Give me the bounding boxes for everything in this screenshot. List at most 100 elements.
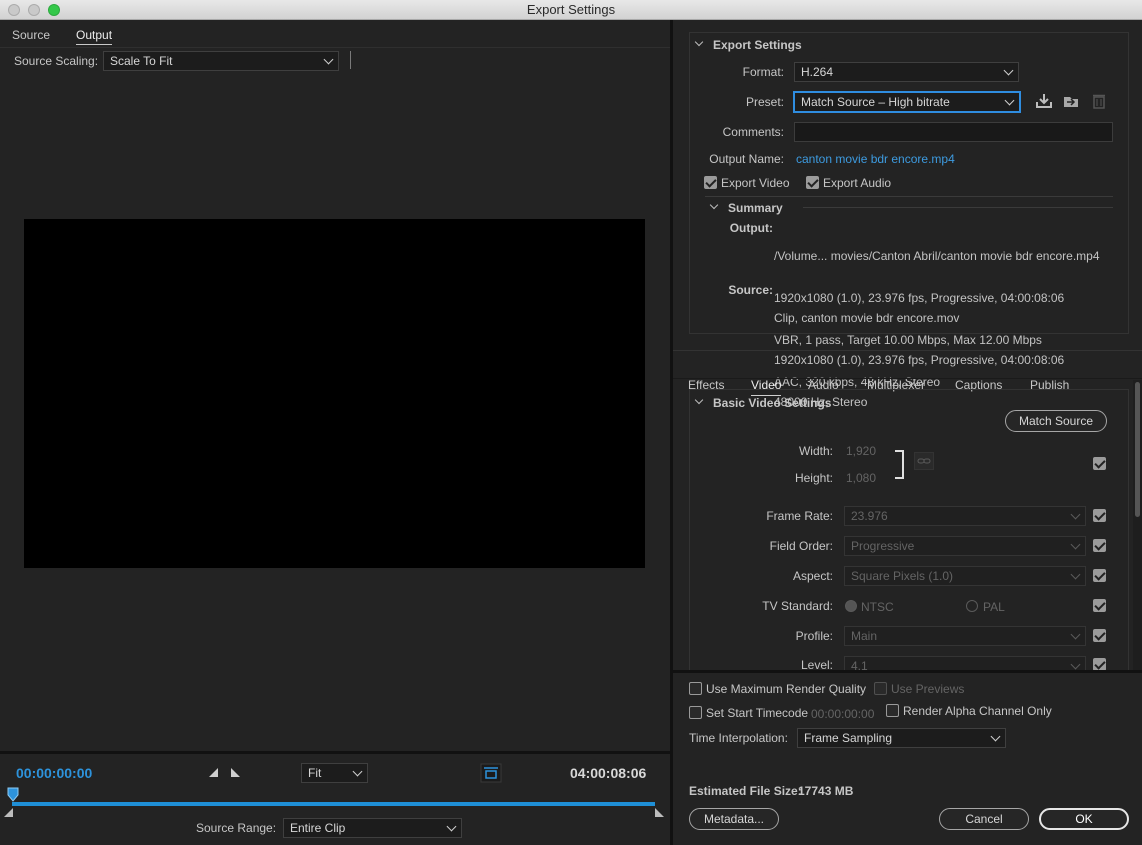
time-interpolation-dropdown[interactable]: Frame Sampling: [797, 728, 1006, 748]
profile-match-checkbox[interactable]: [1093, 629, 1106, 642]
preset-value: Match Source – High bitrate: [801, 95, 950, 109]
use-previews-label: Use Previews: [891, 682, 965, 696]
summary-output-label: Output:: [729, 221, 773, 235]
output-name-link[interactable]: canton movie bdr encore.mp4: [796, 152, 955, 166]
aspect-match-checkbox[interactable]: [1093, 569, 1106, 582]
height-value[interactable]: 1,080: [846, 471, 876, 485]
chevron-down-icon: [1070, 539, 1081, 550]
match-source-button[interactable]: Match Source: [1005, 410, 1107, 432]
separator: [350, 51, 351, 69]
basic-video-settings-title: Basic Video Settings: [713, 396, 832, 410]
frame-rate-label: Frame Rate:: [766, 509, 833, 523]
link-bracket-icon: [893, 450, 907, 483]
save-preset-icon[interactable]: [1035, 93, 1053, 112]
trash-icon[interactable]: [1092, 93, 1106, 112]
metadata-button[interactable]: Metadata...: [689, 808, 779, 830]
chevron-down-icon: [1004, 95, 1015, 106]
summary-source-line: Clip, canton movie bdr encore.mov: [774, 311, 960, 325]
height-label: Height:: [794, 471, 833, 485]
chevron-down-icon: [1070, 659, 1081, 670]
width-value[interactable]: 1,920: [846, 444, 876, 458]
constrain-proportions-icon[interactable]: [914, 452, 934, 473]
field-order-label: Field Order:: [769, 539, 833, 553]
aspect-value: Square Pixels (1.0): [851, 569, 954, 583]
source-scaling-value: Scale To Fit: [110, 54, 173, 68]
window-title: Export Settings: [526, 2, 616, 17]
divider: [673, 378, 1142, 379]
divider: [705, 196, 1113, 197]
tab-source[interactable]: Source: [12, 28, 50, 42]
divider: [673, 670, 1142, 673]
divider: [0, 47, 670, 48]
level-label: Level:: [800, 658, 833, 670]
settings-panel: Export Settings Format: H.264 Preset: Ma…: [673, 20, 1142, 845]
export-video-checkbox[interactable]: [704, 176, 717, 189]
field-order-match-checkbox[interactable]: [1093, 539, 1106, 552]
zoom-value: Fit: [308, 766, 322, 780]
preset-label: Preset:: [745, 95, 784, 109]
dimensions-match-checkbox[interactable]: [1093, 457, 1106, 470]
out-point-handle-icon[interactable]: [655, 807, 665, 821]
current-timecode[interactable]: 00:00:00:00: [16, 765, 92, 781]
frame-rate-value: 23.976: [851, 509, 888, 523]
max-render-quality-label: Use Maximum Render Quality: [706, 682, 867, 696]
profile-dropdown[interactable]: Main: [844, 626, 1086, 646]
timeline-track[interactable]: [12, 802, 655, 806]
mark-in-icon[interactable]: [208, 767, 220, 782]
summary-source-line: 1920x1080 (1.0), 23.976 fps, Progressive…: [774, 353, 1065, 367]
set-aspect-icon[interactable]: [480, 763, 502, 786]
ok-button[interactable]: OK: [1039, 808, 1129, 830]
frame-rate-match-checkbox[interactable]: [1093, 509, 1106, 522]
comments-label: Comments:: [722, 125, 784, 139]
comments-field[interactable]: [794, 122, 1113, 142]
max-render-quality-checkbox[interactable]: [689, 682, 702, 695]
scrollbar-thumb[interactable]: [1135, 382, 1140, 517]
cancel-button[interactable]: Cancel: [939, 808, 1029, 830]
import-preset-icon[interactable]: [1062, 93, 1080, 112]
ntsc-label: NTSC: [861, 600, 894, 614]
render-alpha-checkbox[interactable]: [886, 704, 899, 717]
pal-radio[interactable]: [966, 600, 978, 612]
level-match-checkbox[interactable]: [1093, 658, 1106, 670]
tv-standard-match-checkbox[interactable]: [1093, 599, 1106, 612]
start-timecode-value[interactable]: 00:00:00:00: [811, 707, 874, 721]
ntsc-radio[interactable]: [845, 600, 857, 612]
video-preview: [24, 219, 645, 568]
width-label: Width:: [798, 444, 833, 458]
export-audio-checkbox[interactable]: [806, 176, 819, 189]
chevron-down-icon: [1003, 65, 1014, 76]
source-range-dropdown[interactable]: Entire Clip: [283, 818, 462, 838]
level-value: 4.1: [851, 659, 868, 670]
profile-value: Main: [851, 629, 878, 643]
chevron-down-icon: [1070, 569, 1081, 580]
output-name-label: Output Name:: [709, 152, 784, 166]
use-previews-checkbox[interactable]: [874, 682, 887, 695]
set-start-timecode-checkbox[interactable]: [689, 706, 702, 719]
export-settings-title: Export Settings: [713, 38, 802, 52]
format-value: H.264: [801, 65, 834, 79]
mark-out-icon[interactable]: [230, 767, 242, 782]
format-dropdown[interactable]: H.264: [794, 62, 1019, 82]
chevron-down-icon: [1070, 509, 1081, 520]
scrollbar[interactable]: [1133, 380, 1142, 670]
tab-output[interactable]: Output: [76, 28, 113, 45]
zoom-dropdown[interactable]: Fit: [301, 763, 368, 783]
level-dropdown[interactable]: 4.1: [844, 656, 1086, 670]
time-interpolation-label: Time Interpolation:: [689, 731, 788, 745]
estimated-file-size-value: 17743 MB: [798, 784, 854, 798]
format-label: Format:: [742, 65, 784, 79]
divider: [0, 751, 670, 754]
field-order-dropdown[interactable]: Progressive: [844, 536, 1086, 556]
in-point-handle-icon[interactable]: [4, 807, 14, 821]
chevron-down-icon: [990, 731, 1001, 742]
render-alpha-label: Render Alpha Channel Only: [903, 704, 1052, 718]
summary-output-line: /Volume... movies/Canton Abril/canton mo…: [774, 249, 1100, 263]
set-start-timecode-label: Set Start Timecode: [706, 706, 809, 720]
summary-title: Summary: [728, 201, 783, 215]
frame-rate-dropdown[interactable]: 23.976: [844, 506, 1086, 526]
aspect-dropdown[interactable]: Square Pixels (1.0): [844, 566, 1086, 586]
divider: [803, 207, 1113, 208]
source-scaling-dropdown[interactable]: Scale To Fit: [103, 51, 339, 71]
preset-dropdown[interactable]: Match Source – High bitrate: [794, 92, 1020, 112]
export-audio-label: Export Audio: [823, 176, 892, 190]
